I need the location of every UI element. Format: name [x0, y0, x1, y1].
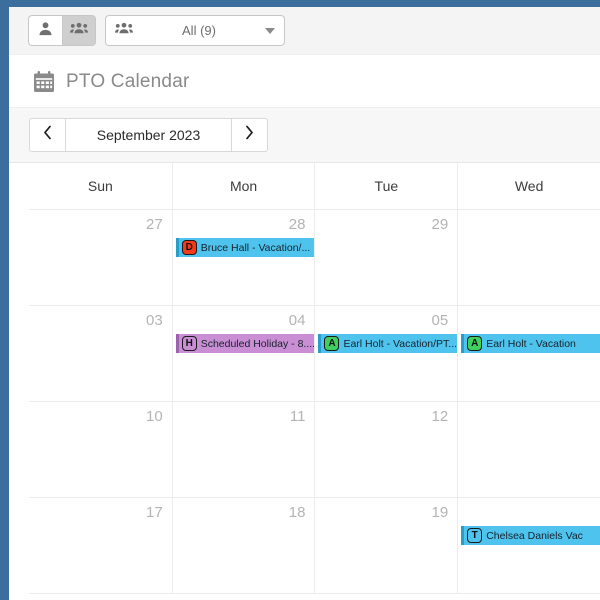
day-number: 04	[288, 312, 306, 329]
event-type-badge: T	[467, 528, 483, 543]
calendar-grid: Sun Mon Tue Wed 27 28 D Bruce Hall - Vacation/…	[9, 163, 600, 594]
calendar-day-cell[interactable]: A Earl Holt - Vacation	[457, 306, 600, 401]
calendar-event[interactable]: H Scheduled Holiday - 8....	[175, 334, 315, 353]
calendar-day-cell[interactable]: 28 D Bruce Hall - Vacation/...	[171, 210, 315, 305]
month-navigation-bar: September 2023	[9, 107, 600, 163]
event-type-badge: A	[467, 336, 483, 351]
day-number: 17	[146, 504, 163, 521]
group-icon	[70, 21, 88, 40]
calendar-week-row: 17 18 19 T Chelsea Daniels Vac	[29, 498, 600, 594]
calendar-week-row: 10 11 12	[29, 402, 600, 498]
view-mode-toggle-group	[28, 15, 96, 46]
group-view-toggle[interactable]	[62, 15, 96, 46]
day-number: 12	[431, 408, 449, 425]
calendar-day-cell[interactable]: 03	[29, 306, 172, 401]
event-type-badge: A	[324, 336, 340, 351]
group-filter-value: All (9)	[182, 23, 216, 38]
group-icon	[115, 21, 133, 40]
calendar-day-cell[interactable]: 10	[29, 402, 172, 497]
event-label: Bruce Hall - Vacation/...	[200, 241, 311, 254]
calendar-day-cell[interactable]: 19	[314, 498, 457, 593]
day-of-week-header-row: Sun Mon Tue Wed	[29, 163, 600, 210]
group-filter-dropdown[interactable]: All (9)	[105, 15, 285, 46]
calendar-day-cell[interactable]: 29	[314, 210, 457, 305]
toolbar: All (9)	[9, 7, 600, 55]
calendar-event[interactable]: D Bruce Hall - Vacation/...	[175, 238, 315, 257]
event-label: Chelsea Daniels Vac	[486, 529, 583, 542]
day-number: 10	[146, 408, 163, 425]
calendar-weeks: 27 28 D Bruce Hall - Vacation/... 29 03 04 H Sch…	[29, 210, 600, 594]
event-type-badge: D	[181, 240, 197, 255]
event-type-badge: H	[181, 336, 197, 351]
calendar-event[interactable]: A Earl Holt - Vacation	[461, 334, 600, 353]
calendar-day-cell[interactable]: 05 A Earl Holt - Vacation/PT...	[314, 306, 458, 401]
person-view-toggle[interactable]	[28, 15, 62, 46]
current-month-text: September 2023	[96, 127, 201, 143]
day-number: 11	[289, 408, 306, 425]
calendar-day-cell[interactable]: 12	[314, 402, 457, 497]
chevron-right-icon	[245, 125, 254, 145]
day-number: 18	[288, 504, 306, 521]
calendar-day-cell[interactable]: 04 H Scheduled Holiday - 8....	[171, 306, 315, 401]
day-number: 05	[431, 312, 449, 329]
page-title: PTO Calendar	[9, 55, 600, 107]
previous-month-button[interactable]	[29, 118, 65, 152]
calendar-day-cell[interactable]: 27	[29, 210, 172, 305]
app-window: All (9) PTO Calendar September 2023 Sun …	[9, 7, 600, 600]
page-title-text: PTO Calendar	[66, 71, 190, 92]
day-events: A Earl Holt - Vacation/PT...	[318, 334, 458, 353]
person-icon	[38, 21, 53, 41]
day-number: 28	[288, 216, 306, 233]
month-nav-group: September 2023	[29, 118, 268, 152]
calendar-day-cell[interactable]: 11	[171, 402, 315, 497]
day-events: D Bruce Hall - Vacation/...	[175, 238, 315, 257]
day-number: 27	[146, 216, 163, 233]
calendar-event[interactable]: T Chelsea Daniels Vac	[461, 526, 600, 545]
day-events: T Chelsea Daniels Vac	[461, 526, 600, 545]
day-events: H Scheduled Holiday - 8....	[175, 334, 315, 353]
calendar-week-row: 27 28 D Bruce Hall - Vacation/... 29	[29, 210, 600, 306]
next-month-button[interactable]	[232, 118, 268, 152]
current-month-label: September 2023	[65, 118, 232, 152]
day-number: 29	[431, 216, 449, 233]
day-of-week-header: Tue	[314, 163, 457, 209]
calendar-day-cell[interactable]: 18	[171, 498, 315, 593]
event-label: Earl Holt - Vacation/PT...	[343, 337, 458, 350]
day-number: 19	[431, 504, 449, 521]
chevron-down-icon	[265, 27, 275, 34]
day-number: 03	[146, 312, 163, 329]
calendar-day-cell[interactable]	[457, 402, 600, 497]
day-of-week-header: Mon	[171, 163, 315, 209]
calendar-day-cell[interactable]: 17	[29, 498, 172, 593]
calendar-week-row: 03 04 H Scheduled Holiday - 8.... 05 A Earl Ho…	[29, 306, 600, 402]
day-of-week-header: Sun	[87, 178, 113, 194]
chevron-left-icon	[43, 125, 52, 145]
calendar-icon	[33, 71, 55, 93]
day-events: A Earl Holt - Vacation	[461, 334, 600, 353]
day-of-week-header: Wed	[457, 163, 600, 209]
event-label: Scheduled Holiday - 8....	[200, 337, 315, 350]
calendar-event[interactable]: A Earl Holt - Vacation/PT...	[318, 334, 458, 353]
event-label: Earl Holt - Vacation	[486, 337, 576, 350]
calendar-day-cell[interactable]	[457, 210, 600, 305]
calendar-day-cell[interactable]: T Chelsea Daniels Vac	[457, 498, 600, 593]
